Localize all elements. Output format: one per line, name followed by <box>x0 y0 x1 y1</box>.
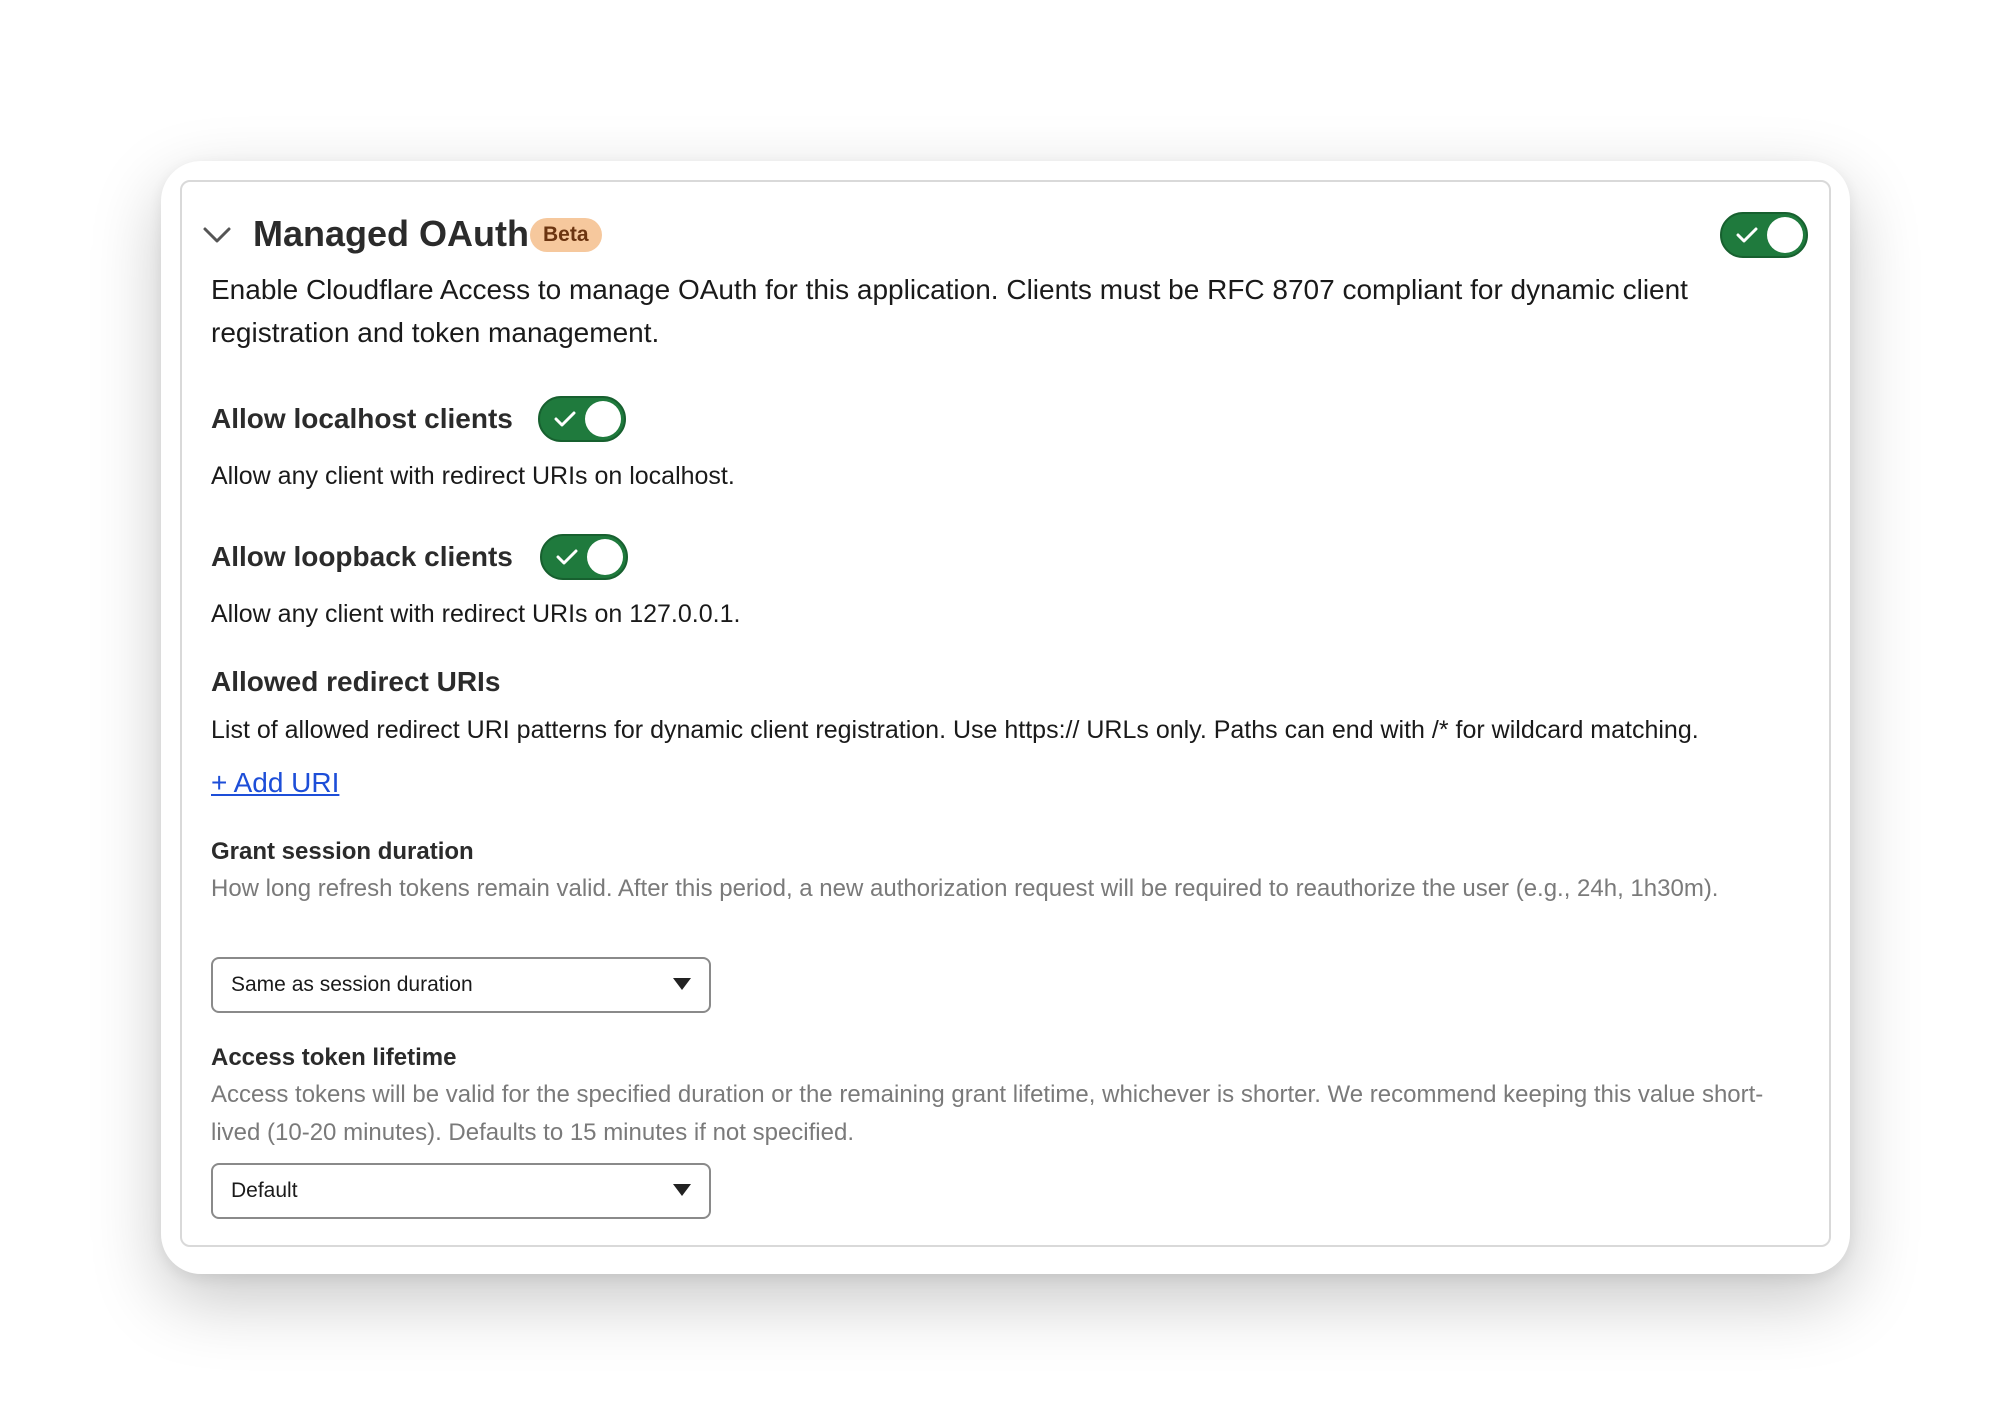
caret-down-icon <box>673 1184 691 1196</box>
chevron-down-icon[interactable] <box>201 224 233 246</box>
panel-header[interactable]: Managed OAuth Beta <box>182 182 1829 282</box>
toggle-knob <box>587 539 623 575</box>
localhost-description: Allow any client with redirect URIs on l… <box>211 462 735 490</box>
beta-badge: Beta <box>530 218 602 252</box>
managed-oauth-panel: Managed OAuth Beta Enable Cloudflare Acc… <box>180 180 1831 1247</box>
loopback-toggle[interactable] <box>540 534 628 580</box>
card-shell: Managed OAuth Beta Enable Cloudflare Acc… <box>161 161 1850 1274</box>
access-token-help: Access tokens will be valid for the spec… <box>211 1081 1764 1146</box>
grant-session-select[interactable]: Same as session duration <box>211 957 711 1013</box>
managed-oauth-toggle[interactable] <box>1720 212 1808 258</box>
caret-down-icon <box>673 978 691 990</box>
redirect-uris-label: Allowed redirect URIs <box>211 666 501 697</box>
localhost-label: Allow localhost clients <box>211 403 513 434</box>
access-token-label: Access token lifetime <box>211 1044 457 1071</box>
redirect-uris-description: List of allowed redirect URI patterns fo… <box>211 716 1699 744</box>
toggle-knob <box>1767 217 1803 253</box>
grant-session-label: Grant session duration <box>211 838 474 865</box>
check-icon <box>1736 227 1758 243</box>
toggle-knob <box>585 401 621 437</box>
check-icon <box>554 411 576 427</box>
loopback-label: Allow loopback clients <box>211 541 513 572</box>
access-token-select[interactable]: Default <box>211 1163 711 1219</box>
access-token-value: Default <box>231 1179 298 1202</box>
grant-session-value: Same as session duration <box>231 973 473 996</box>
check-icon <box>556 549 578 565</box>
grant-session-help: How long refresh tokens remain valid. Af… <box>211 875 1719 902</box>
panel-title: Managed OAuth <box>253 213 529 254</box>
add-uri-link[interactable]: + Add URI <box>211 765 339 801</box>
section-description: Enable Cloudflare Access to manage OAuth… <box>211 274 1688 348</box>
localhost-toggle[interactable] <box>538 396 626 442</box>
loopback-description: Allow any client with redirect URIs on 1… <box>211 600 741 628</box>
